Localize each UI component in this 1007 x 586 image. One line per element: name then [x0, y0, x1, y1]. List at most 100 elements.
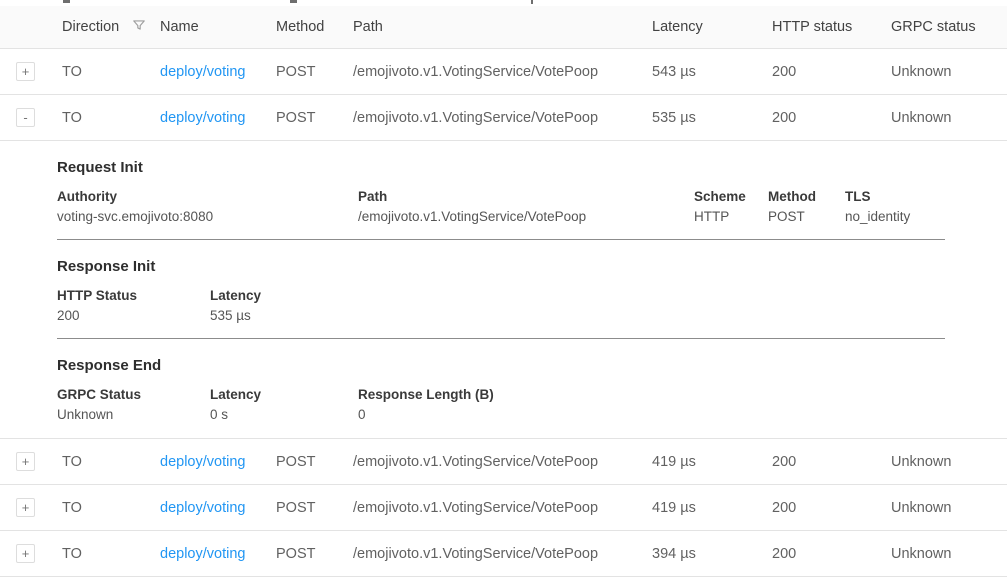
direction-cell: TO: [62, 546, 160, 562]
clipped-text-row: [0, 0, 1007, 6]
table-body: + TO deploy/voting POST /emojivoto.v1.Vo…: [0, 49, 1007, 577]
latency-cell: 419 µs: [652, 500, 772, 516]
detail-section: Response Init HTTP Status 200 Latency 53…: [57, 240, 945, 339]
expand-toggle-button[interactable]: +: [16, 62, 35, 81]
detail-field: Response Length (B) 0: [358, 387, 945, 422]
method-cell: POST: [276, 500, 353, 516]
detail-field: Method POST: [768, 189, 845, 224]
table-row: + TO deploy/voting POST /emojivoto.v1.Vo…: [0, 485, 1007, 531]
detail-field: TLS no_identity: [845, 189, 945, 224]
path-cell: /emojivoto.v1.VotingService/VotePoop: [353, 110, 652, 126]
resource-link[interactable]: deploy/voting: [160, 64, 245, 80]
column-header-method[interactable]: Method: [276, 19, 353, 35]
detail-field-label: GRPC Status: [57, 387, 210, 402]
detail-field-label: HTTP Status: [57, 288, 210, 303]
expand-toggle-button[interactable]: -: [16, 108, 35, 127]
direction-cell: TO: [62, 500, 160, 516]
detail-field-value: 0: [358, 407, 945, 422]
resource-link[interactable]: deploy/voting: [160, 500, 245, 516]
resource-link[interactable]: deploy/voting: [160, 110, 245, 126]
grpc-status-cell: Unknown: [891, 546, 1007, 562]
expand-toggle-button[interactable]: +: [16, 544, 35, 563]
column-header-path[interactable]: Path: [353, 19, 652, 35]
detail-field: Latency 535 µs: [210, 288, 945, 323]
detail-section-title: Response End: [57, 357, 945, 374]
table-row: - TO deploy/voting POST /emojivoto.v1.Vo…: [0, 95, 1007, 141]
grpc-status-cell: Unknown: [891, 64, 1007, 80]
column-header-name[interactable]: Name: [160, 19, 276, 35]
expanded-row-detail: Request Init Authority voting-svc.emojiv…: [0, 141, 1007, 439]
direction-cell: TO: [62, 64, 160, 80]
tap-results-table: Direction Name Method Path Latency HTTP …: [0, 0, 1007, 586]
detail-field: HTTP Status 200: [57, 288, 210, 323]
path-cell: /emojivoto.v1.VotingService/VotePoop: [353, 500, 652, 516]
detail-field-label: Scheme: [694, 189, 768, 204]
grpc-status-cell: Unknown: [891, 454, 1007, 470]
detail-section: Request Init Authority voting-svc.emojiv…: [57, 141, 945, 240]
table-row: + TO deploy/voting POST /emojivoto.v1.Vo…: [0, 531, 1007, 577]
detail-field-value: 535 µs: [210, 308, 945, 323]
table-header-row: Direction Name Method Path Latency HTTP …: [0, 6, 1007, 49]
expand-toggle-button[interactable]: +: [16, 452, 35, 471]
detail-section-title: Response Init: [57, 258, 945, 275]
column-header-grpc-status[interactable]: GRPC status: [891, 19, 1007, 35]
detail-field-value: Unknown: [57, 407, 210, 422]
detail-field-label: TLS: [845, 189, 945, 204]
detail-field-label: Path: [358, 189, 694, 204]
detail-fields: HTTP Status 200 Latency 535 µs: [57, 288, 945, 323]
clipped-text-fragment: [290, 0, 297, 3]
http-status-cell: 200: [772, 500, 891, 516]
detail-field-value: 200: [57, 308, 210, 323]
detail-field: Latency 0 s: [210, 387, 358, 422]
latency-cell: 394 µs: [652, 546, 772, 562]
detail-field-value: POST: [768, 209, 845, 224]
detail-section: Response End GRPC Status Unknown Latency…: [57, 339, 945, 422]
latency-cell: 419 µs: [652, 454, 772, 470]
detail-field-label: Latency: [210, 288, 945, 303]
detail-field: GRPC Status Unknown: [57, 387, 210, 422]
http-status-cell: 200: [772, 454, 891, 470]
detail-field: Path /emojivoto.v1.VotingService/VotePoo…: [358, 189, 694, 224]
detail-field-value: /emojivoto.v1.VotingService/VotePoop: [358, 209, 694, 224]
latency-cell: 535 µs: [652, 110, 772, 126]
direction-cell: TO: [62, 454, 160, 470]
filter-funnel-icon[interactable]: [132, 18, 146, 36]
method-cell: POST: [276, 546, 353, 562]
http-status-cell: 200: [772, 110, 891, 126]
detail-field: Scheme HTTP: [694, 189, 768, 224]
method-cell: POST: [276, 110, 353, 126]
detail-field: Authority voting-svc.emojivoto:8080: [57, 189, 358, 224]
column-header-direction[interactable]: Direction: [62, 18, 160, 36]
detail-fields: Authority voting-svc.emojivoto:8080 Path…: [57, 189, 945, 224]
column-header-direction-label: Direction: [62, 19, 119, 35]
table-row: + TO deploy/voting POST /emojivoto.v1.Vo…: [0, 49, 1007, 95]
detail-field-label: Latency: [210, 387, 358, 402]
path-cell: /emojivoto.v1.VotingService/VotePoop: [353, 454, 652, 470]
path-cell: /emojivoto.v1.VotingService/VotePoop: [353, 546, 652, 562]
expand-toggle-button[interactable]: +: [16, 498, 35, 517]
grpc-status-cell: Unknown: [891, 110, 1007, 126]
direction-cell: TO: [62, 110, 160, 126]
column-header-http-status[interactable]: HTTP status: [772, 19, 891, 35]
clipped-text-fragment: [63, 0, 70, 3]
grpc-status-cell: Unknown: [891, 500, 1007, 516]
detail-section-title: Request Init: [57, 159, 945, 176]
detail-field-label: Authority: [57, 189, 358, 204]
detail-field-value: HTTP: [694, 209, 768, 224]
path-cell: /emojivoto.v1.VotingService/VotePoop: [353, 64, 652, 80]
latency-cell: 543 µs: [652, 64, 772, 80]
column-header-latency[interactable]: Latency: [652, 19, 772, 35]
clipped-text-fragment: [531, 0, 533, 4]
detail-field-value: no_identity: [845, 209, 945, 224]
resource-link[interactable]: deploy/voting: [160, 454, 245, 470]
resource-link[interactable]: deploy/voting: [160, 546, 245, 562]
method-cell: POST: [276, 454, 353, 470]
detail-field-label: Method: [768, 189, 845, 204]
detail-field-label: Response Length (B): [358, 387, 945, 402]
detail-field-value: 0 s: [210, 407, 358, 422]
table-row: + TO deploy/voting POST /emojivoto.v1.Vo…: [0, 439, 1007, 485]
detail-fields: GRPC Status Unknown Latency 0 s Response…: [57, 387, 945, 422]
detail-field-value: voting-svc.emojivoto:8080: [57, 209, 358, 224]
http-status-cell: 200: [772, 64, 891, 80]
method-cell: POST: [276, 64, 353, 80]
